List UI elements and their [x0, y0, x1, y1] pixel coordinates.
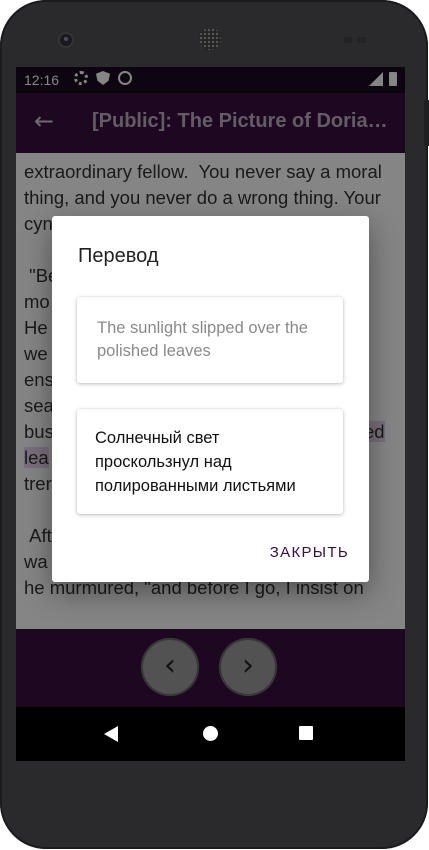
front-camera	[60, 34, 72, 46]
translation-text-card: Солнечный свет проскользнул над полирова…	[77, 409, 343, 514]
phone-frame: 12:16 ← [Public]: The Picture of Dorian …	[0, 0, 429, 849]
light-sensor	[357, 37, 367, 43]
system-navigation-bar	[16, 707, 405, 761]
proximity-sensor	[343, 37, 353, 43]
system-back-icon[interactable]	[104, 726, 118, 742]
source-text-card: The sunlight slipped over the polished l…	[77, 297, 343, 383]
system-home-icon[interactable]	[203, 726, 218, 741]
earpiece-speaker	[199, 28, 221, 50]
translation-text: Солнечный свет проскользнул над полирова…	[95, 429, 296, 495]
translation-dialog: Перевод The sunlight slipped over the po…	[52, 216, 369, 582]
close-button[interactable]: ЗАКРЫТЬ	[270, 544, 349, 561]
dialog-title: Перевод	[78, 245, 159, 267]
system-recents-icon[interactable]	[299, 726, 313, 740]
power-button	[424, 100, 429, 146]
source-text: The sunlight slipped over the polished l…	[97, 319, 308, 360]
screen: 12:16 ← [Public]: The Picture of Dorian …	[16, 67, 405, 761]
